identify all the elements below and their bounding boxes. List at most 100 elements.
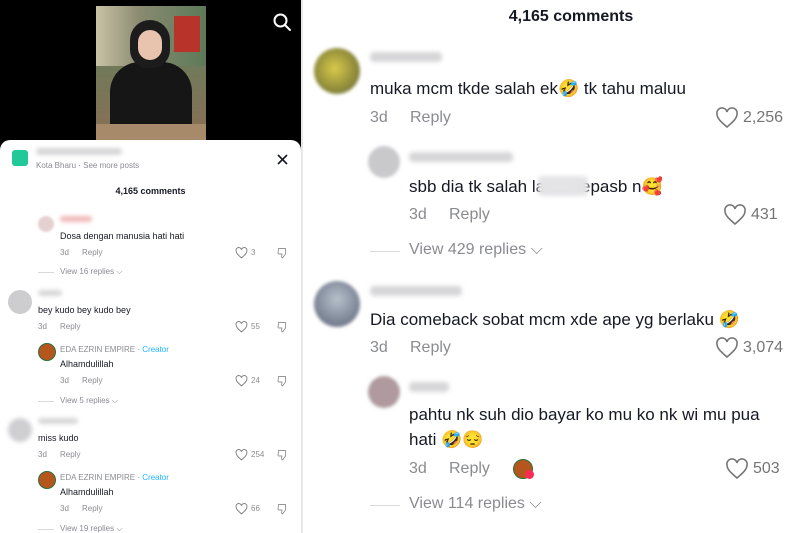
reply-button[interactable]: Reply [60, 450, 80, 459]
dislike-icon[interactable] [277, 503, 289, 515]
comment-date: 3d [409, 460, 427, 477]
comment-text: Dosa dengan manusia hati hati [60, 231, 185, 241]
reply-button[interactable]: Reply [410, 109, 451, 127]
like-count: 55 [251, 322, 260, 331]
reply-button[interactable]: Reply [82, 376, 102, 385]
chevron-down-icon: ⌵ [529, 495, 542, 512]
blurred-username [370, 52, 442, 62]
close-icon[interactable] [277, 154, 288, 165]
view-replies-label: View 429 replies [409, 241, 527, 258]
avatar[interactable] [8, 290, 32, 314]
comment-text: bey kudo bey kudo bey [38, 305, 131, 315]
comment-text: miss kudo [38, 433, 79, 443]
comment-text: sbb dia tk salah la dia lepasb n🥰 [409, 177, 663, 196]
app-icon [12, 150, 28, 166]
like-count: 431 [751, 206, 778, 223]
view-replies-link[interactable]: View 5 replies ⌵ [60, 396, 118, 406]
view-replies-link[interactable]: View 114 replies ⌵ [409, 495, 542, 513]
comment-date: 3d [409, 206, 427, 223]
video-area[interactable] [0, 0, 301, 150]
dislike-icon[interactable] [277, 321, 289, 333]
comment-date: 3d [60, 376, 69, 385]
creator-avatar[interactable] [38, 471, 56, 489]
chevron-down-icon: ⌵ [111, 396, 118, 405]
like-count: 3,074 [743, 339, 784, 356]
like-count: 254 [251, 450, 265, 459]
heart-icon[interactable] [235, 321, 248, 333]
view-replies-link[interactable]: View 429 replies ⌵ [409, 241, 543, 259]
reply-text: Alhamdulillah [60, 359, 114, 369]
right-screenshot: 4,165 comments muka mcm tkde salah ek🤣 t… [303, 0, 800, 533]
divider [370, 505, 400, 506]
reply-button[interactable]: Reply [410, 339, 451, 357]
view-replies-label: View 114 replies [409, 495, 525, 512]
creator-avatar[interactable] [38, 343, 56, 361]
blurred-username [409, 152, 513, 162]
avatar[interactable] [8, 418, 32, 442]
avatar[interactable] [368, 376, 400, 408]
comment-date: 3d [60, 504, 69, 513]
like-count: 24 [251, 376, 260, 385]
comment-date: 3d [38, 322, 47, 331]
like-count: 3 [251, 248, 256, 257]
comment-date: 3d [370, 339, 388, 356]
comments-count-title: 4,165 comments [115, 186, 186, 196]
dislike-icon[interactable] [277, 449, 289, 461]
chevron-down-icon: ⌵ [530, 241, 543, 258]
chevron-down-icon: ⌵ [116, 267, 123, 276]
reply-button[interactable]: Reply [449, 206, 490, 224]
view-replies-label: View 5 replies [60, 396, 110, 405]
left-screenshot: Kota Bharu · See more posts 4,165 commen… [0, 0, 301, 533]
chevron-down-icon: ⌵ [116, 524, 123, 533]
reply-author: EDA EZRIN EMPIRE · Creator [60, 345, 169, 354]
comment-text-line-1: pahtu nk suh dio bayar ko mu ko nk wi mu… [409, 405, 760, 424]
comment-date: 3d [370, 109, 388, 126]
blurred-username [409, 382, 449, 392]
dislike-icon[interactable] [277, 375, 289, 387]
heart-icon[interactable] [235, 503, 248, 515]
heart-badge-icon [525, 470, 534, 479]
search-icon[interactable] [272, 12, 292, 32]
blurred-username [38, 418, 78, 424]
reply-button[interactable]: Reply [82, 504, 102, 513]
divider [38, 272, 54, 273]
heart-icon[interactable] [235, 375, 248, 387]
heart-icon[interactable] [715, 107, 739, 129]
avatar[interactable] [314, 48, 360, 94]
blurred-region [538, 176, 588, 196]
reply-button[interactable]: Reply [60, 322, 80, 331]
comment-text: Dia comeback sobat mcm xde ape yg berlak… [370, 310, 740, 329]
heart-icon[interactable] [235, 449, 248, 461]
like-count: 503 [753, 460, 780, 477]
heart-icon[interactable] [725, 458, 749, 480]
heart-icon[interactable] [235, 247, 248, 259]
view-replies-label: View 19 replies [60, 524, 115, 533]
reply-author: EDA EZRIN EMPIRE · Creator [60, 473, 169, 482]
comment-date: 3d [60, 248, 69, 257]
heart-icon[interactable] [723, 204, 747, 226]
avatar[interactable] [38, 216, 54, 232]
heart-icon[interactable] [715, 337, 739, 359]
blurred-username [60, 216, 92, 222]
avatar[interactable] [368, 146, 400, 178]
comments-count-title: 4,165 comments [508, 8, 634, 25]
location-link[interactable]: Kota Bharu · See more posts [36, 161, 139, 170]
comment-text-line-2: hati 🤣😔 [409, 430, 484, 449]
reply-text: Alhamdulillah [60, 487, 114, 497]
dislike-icon[interactable] [277, 247, 289, 259]
view-replies-link[interactable]: View 16 replies ⌵ [60, 267, 122, 277]
comment-text: muka mcm tkde salah ek🤣 tk tahu maluu [370, 79, 686, 98]
blurred-username [370, 286, 462, 296]
view-replies-label: View 16 replies [60, 267, 115, 276]
reply-button[interactable]: Reply [449, 460, 490, 478]
blurred-username [36, 148, 122, 155]
comments-sheet: Kota Bharu · See more posts 4,165 commen… [0, 140, 301, 533]
view-replies-link[interactable]: View 19 replies ⌵ [60, 524, 122, 533]
divider [38, 401, 54, 402]
divider [38, 529, 54, 530]
avatar[interactable] [314, 281, 360, 327]
reply-button[interactable]: Reply [82, 248, 102, 257]
like-count: 2,256 [743, 109, 784, 126]
video-thumbnail [96, 6, 206, 140]
comment-date: 3d [38, 450, 47, 459]
